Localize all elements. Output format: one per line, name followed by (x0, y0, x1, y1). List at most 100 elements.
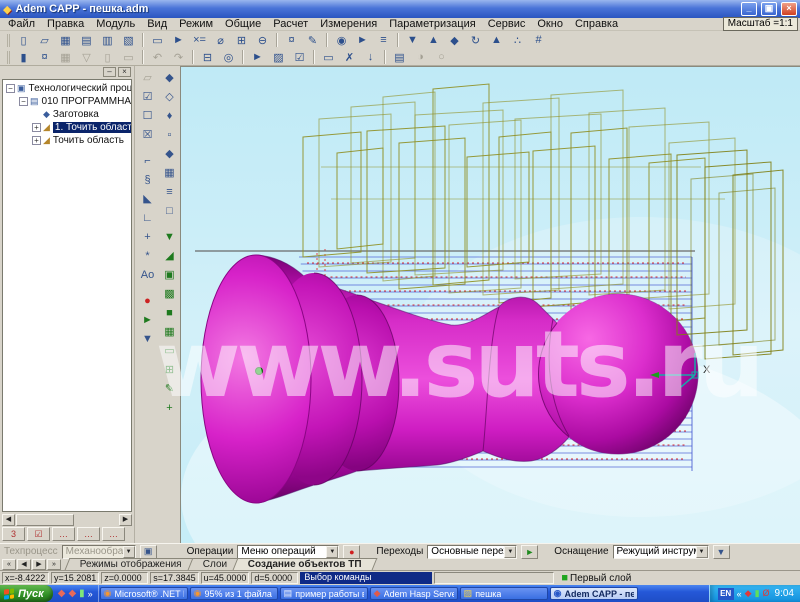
print-button[interactable]: ▤ (76, 32, 97, 48)
chevron-down-icon[interactable]: ▼ (696, 546, 708, 558)
scroll-left-icon[interactable]: ◀ (2, 514, 15, 526)
chevron-down-icon[interactable]: ▼ (326, 546, 338, 558)
region-del-button[interactable]: ✗ (339, 49, 360, 65)
clock-button[interactable]: ○ (431, 49, 452, 65)
taskbar-task-1[interactable]: ◉Microsoft® .NET Frame... (100, 587, 188, 600)
pencil-axis-button[interactable]: ✎ (160, 379, 180, 398)
sheet-a0-button[interactable]: Ao (138, 265, 158, 284)
face-a-button[interactable]: ▣ (160, 265, 180, 284)
doc-plain-button[interactable]: ▤ (389, 49, 410, 65)
tab-3[interactable]: Создание объектов ТП (233, 558, 378, 570)
step-tool-button[interactable]: ∟ (138, 208, 158, 227)
toolbar-grip[interactable] (7, 34, 10, 47)
hand-pick-button[interactable]: ► (168, 32, 189, 48)
area-check-button[interactable]: ☑ (138, 87, 158, 106)
list-check-button[interactable]: ☑ (289, 49, 310, 65)
key-button[interactable]: ¤ (34, 49, 55, 65)
palette-button[interactable]: ◑ (410, 49, 431, 65)
tool-save-button[interactable]: ▼ (160, 227, 180, 246)
viewport-3d[interactable]: X (180, 66, 800, 543)
tooling-combobox[interactable]: Режущий инструмент ▼ (613, 545, 709, 559)
overflow-chevron-icon[interactable]: » (88, 589, 93, 599)
undo-button[interactable]: ↶ (147, 49, 168, 65)
filter-doc-button[interactable]: ▽ (76, 49, 97, 65)
hide-entity-button[interactable]: ⊖ (252, 32, 273, 48)
operations-run-button[interactable]: ● (343, 545, 360, 559)
tray-green-icon[interactable]: ▮ (755, 588, 760, 599)
new-button[interactable]: ▯ (13, 32, 34, 48)
menu-item-7[interactable]: Расчет (267, 18, 314, 30)
ql-cube-b-icon[interactable]: ◆ (68, 588, 76, 599)
pin-b-button[interactable]: ◇ (160, 87, 180, 106)
grid-plane-button[interactable]: ⊞ (160, 360, 180, 379)
pointer-button[interactable]: ► (352, 32, 373, 48)
tree-expand-icon[interactable]: + (32, 123, 41, 132)
language-indicator[interactable]: EN (718, 588, 734, 600)
folder-stamp-button[interactable]: ▨ (268, 49, 289, 65)
menu-item-10[interactable]: Сервис (482, 18, 532, 30)
open-button[interactable]: ▱ (34, 32, 55, 48)
transitions-play-button[interactable]: ► (521, 545, 538, 559)
calculator-button[interactable]: ⊞ (231, 32, 252, 48)
dots-a-button[interactable]: … (52, 527, 75, 541)
spring-tool-button[interactable]: § (138, 170, 158, 189)
operations-combobox[interactable]: Меню операций ▼ (237, 545, 339, 559)
tray-slash-icon[interactable]: Ø (763, 588, 770, 599)
wire-cube-button[interactable]: ▦ (160, 322, 180, 341)
taskbar-task-4[interactable]: ◆Adem Hasp Server (lab2... (370, 587, 458, 600)
stats-button[interactable]: ▮ (13, 49, 34, 65)
taskbar-task-6[interactable]: ◉Adem CAPP - пешка.а... (550, 587, 638, 600)
cross-snap-button[interactable]: + (138, 227, 158, 246)
tab-1[interactable]: Режимы отображения (65, 558, 198, 570)
doc-b-button[interactable]: ▭ (118, 49, 139, 65)
save-button[interactable]: ▦ (55, 32, 76, 48)
grid-snap-button[interactable]: # (528, 32, 549, 48)
tab-nav-1-button[interactable]: « (2, 559, 16, 570)
tree-collapse-icon[interactable]: − (19, 97, 28, 106)
copy-doc-button[interactable]: ▥ (97, 32, 118, 48)
tool-brush-button[interactable]: ◢ (160, 246, 180, 265)
menu-item-2[interactable]: Правка (41, 18, 90, 30)
funnel-button[interactable]: ▼ (138, 329, 158, 348)
tree-item-1[interactable]: −▣Технологический процесс (3, 82, 131, 95)
page-3-button[interactable]: 3 (2, 527, 25, 541)
tooling-filter-button[interactable]: ▼ (713, 545, 730, 559)
pin-d-button[interactable]: ▫ (160, 125, 180, 144)
blank-sheet-button[interactable]: ▭ (147, 32, 168, 48)
variables-button[interactable]: ×= (189, 32, 210, 48)
menu-item-9[interactable]: Параметризация (383, 18, 481, 30)
transitions-combobox[interactable]: Основные переходы ▼ (427, 545, 517, 559)
menu-item-4[interactable]: Вид (141, 18, 173, 30)
doc-zoom-button[interactable]: ◎ (218, 49, 239, 65)
tree-collapse-icon[interactable]: − (6, 84, 15, 93)
cube-button[interactable]: ◆ (444, 32, 465, 48)
redo-button[interactable]: ↷ (168, 49, 189, 65)
open-import-button[interactable]: ▲ (423, 32, 444, 48)
paste-doc-button[interactable]: ▧ (118, 32, 139, 48)
tree-horizontal-scrollbar[interactable]: ◀ ▶ (2, 513, 132, 526)
tree-copy-button[interactable]: ⊟ (197, 49, 218, 65)
list-run-button[interactable]: ► (247, 49, 268, 65)
measure-button[interactable]: ⌀ (210, 32, 231, 48)
restore-button[interactable]: ▣ (761, 2, 777, 16)
cube-rotate-button[interactable]: ↻ (465, 32, 486, 48)
tree-item-2[interactable]: −▤010 ПРОГРАММНАЯ (3, 95, 131, 108)
menu-item-11[interactable]: Окно (531, 18, 569, 30)
taskbar-task-5[interactable]: ▨пешка (460, 587, 548, 600)
region-cam-button[interactable]: ▭ (318, 49, 339, 65)
save-version-button[interactable]: ▦ (55, 49, 76, 65)
scroll-right-icon[interactable]: ▶ (119, 514, 132, 526)
pin-a-button[interactable]: ◆ (160, 68, 180, 87)
menu-item-8[interactable]: Измерения (314, 18, 383, 30)
doc-edit-button[interactable]: ✎ (302, 32, 323, 48)
ql-cube-a-icon[interactable]: ◆ (58, 588, 66, 599)
confirm-button[interactable]: ☑ (27, 527, 50, 541)
close-button[interactable]: × (781, 2, 797, 16)
dots-b-button[interactable]: … (77, 527, 100, 541)
cone-pick-button[interactable]: ▲ (486, 32, 507, 48)
menu-item-12[interactable]: Справка (569, 18, 624, 30)
menu-item-5[interactable]: Режим (173, 18, 219, 30)
face-c-button[interactable]: ■ (160, 303, 180, 322)
start-button[interactable]: Пуск (0, 585, 53, 602)
toolbar-grip[interactable] (7, 51, 10, 64)
